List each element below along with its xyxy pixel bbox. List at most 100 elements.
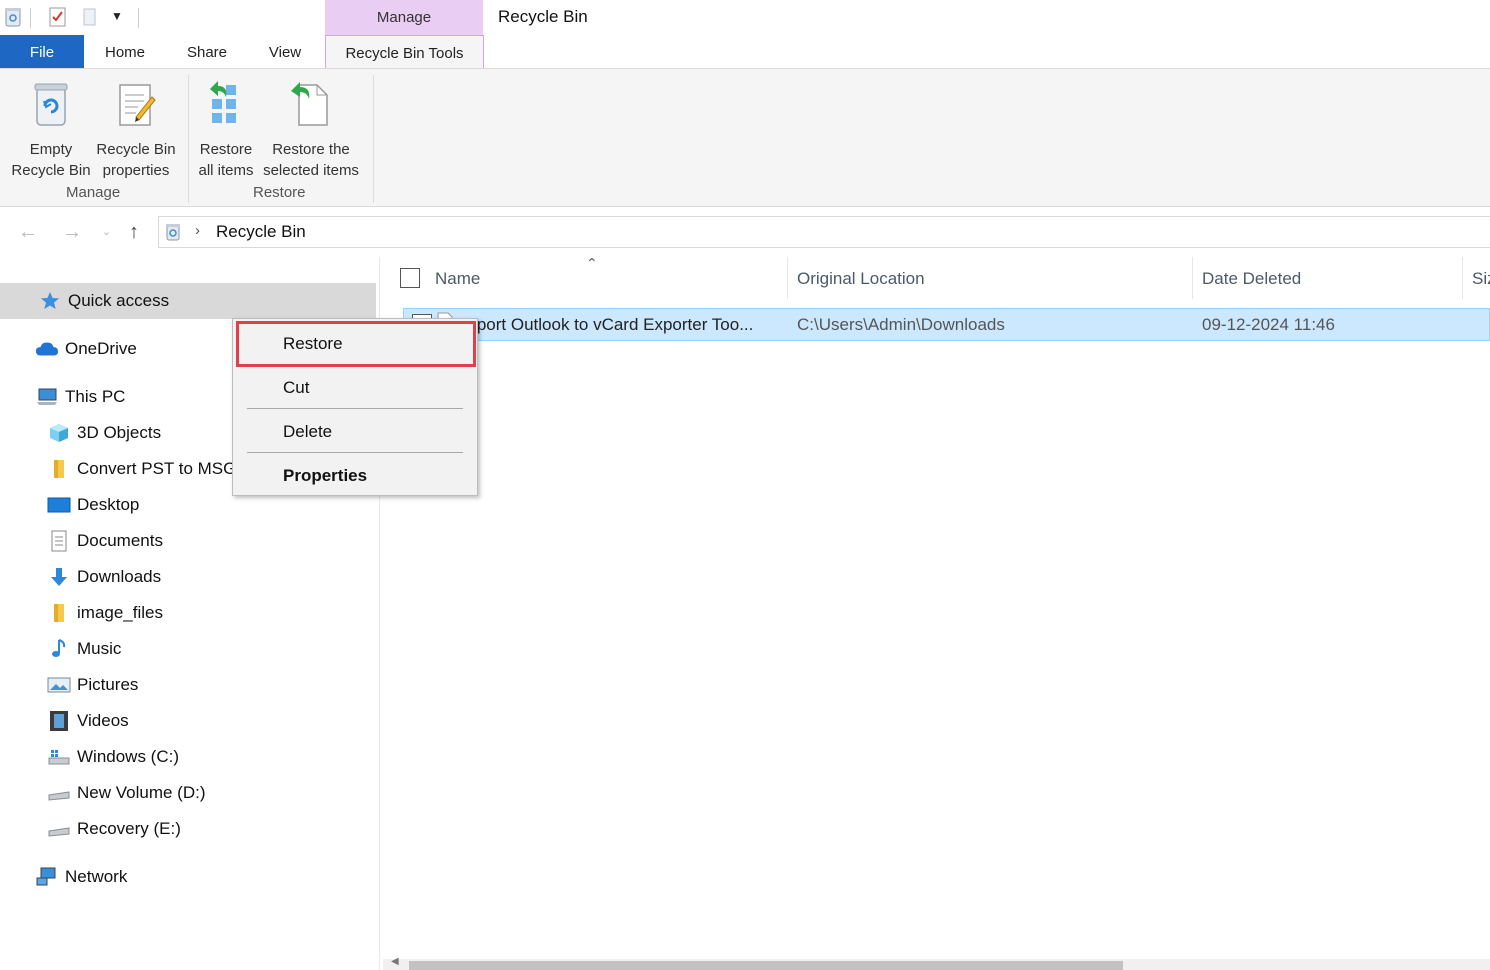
computer-icon: [35, 385, 59, 409]
new-folder-icon[interactable]: [82, 6, 98, 33]
sidebar-item-music[interactable]: Music: [47, 631, 121, 667]
sidebar-item-quick-access[interactable]: Quick access: [0, 283, 376, 319]
column-original-location[interactable]: Original Location: [797, 269, 925, 289]
sidebar-item-label: Downloads: [77, 567, 162, 586]
properties-icon[interactable]: [48, 6, 68, 33]
sidebar-item-label: This PC: [65, 387, 126, 406]
network-icon: [35, 865, 59, 889]
column-divider[interactable]: [787, 257, 788, 299]
address-bar[interactable]: › Recycle Bin: [158, 216, 1490, 248]
forward-arrow-icon[interactable]: →: [62, 221, 82, 244]
recycle-bin-icon: [164, 222, 182, 247]
sidebar-item-downloads[interactable]: Downloads: [47, 559, 161, 595]
recycle-bin-icon: [29, 79, 73, 129]
column-date-deleted[interactable]: Date Deleted: [1202, 269, 1301, 289]
sidebar-item-label: Quick access: [68, 291, 170, 310]
sidebar-item-label: Network: [65, 867, 128, 886]
sidebar-item-convert-pst[interactable]: Convert PST to MSG: [47, 451, 236, 487]
windows-drive-icon: [47, 745, 71, 769]
group-separator: [188, 75, 189, 203]
menu-item-properties[interactable]: Properties: [233, 456, 477, 496]
menu-separator: [247, 408, 463, 409]
recent-locations-chevron-icon[interactable]: ⌄: [102, 225, 111, 238]
sidebar-item-label: 3D Objects: [77, 423, 162, 442]
music-note-icon: [47, 637, 71, 661]
sidebar-item-label: Windows (C:): [77, 747, 180, 766]
column-name[interactable]: Name: [435, 269, 480, 289]
back-arrow-icon[interactable]: ←: [18, 221, 38, 244]
separator: [138, 8, 139, 28]
film-icon: [47, 709, 71, 733]
column-size[interactable]: Size: [1472, 269, 1490, 289]
desktop-icon: [47, 493, 71, 517]
sidebar-item-label: Convert PST to MSG: [77, 459, 237, 478]
sidebar-item-label: Desktop: [77, 495, 140, 514]
file-original-location: C:\Users\Admin\Downloads: [797, 315, 1005, 334]
chevron-down-icon[interactable]: ▼: [111, 9, 123, 23]
restore-all-icon: [204, 79, 248, 129]
props-label-1: Recycle Bin: [96, 141, 176, 158]
tab-home[interactable]: Home: [98, 35, 152, 69]
column-divider[interactable]: [1462, 257, 1463, 299]
scroll-left-arrow-icon[interactable]: ◀: [391, 956, 399, 967]
empty-recycle-bin-button[interactable]: Empty Recycle Bin: [8, 79, 94, 181]
horizontal-scrollbar[interactable]: ◀: [383, 956, 1490, 970]
empty-label-2: Recycle Bin: [11, 162, 91, 179]
cloud-icon: [35, 337, 59, 361]
up-arrow-icon[interactable]: ↑: [129, 221, 139, 244]
sidebar-item-drive-e[interactable]: Recovery (E:): [47, 811, 181, 847]
title-bar: ▼ Manage Recycle Bin: [0, 0, 1490, 35]
pictures-icon: [47, 673, 71, 697]
breadcrumb-chevron-icon[interactable]: ›: [195, 222, 200, 239]
sidebar-item-image-files[interactable]: image_files: [47, 595, 163, 631]
star-icon: [38, 289, 62, 313]
breadcrumb-recycle-bin[interactable]: Recycle Bin: [216, 222, 306, 242]
tab-view[interactable]: View: [262, 35, 308, 69]
restore-sel-label-1: Restore the: [272, 141, 350, 158]
separator: [30, 8, 31, 28]
sidebar-item-drive-d[interactable]: New Volume (D:): [47, 775, 205, 811]
tab-file[interactable]: File: [0, 35, 84, 69]
ribbon-tabs: File Home Share View Recycle Bin Tools: [0, 35, 1490, 70]
manage-context-label: Manage: [325, 0, 483, 35]
restore-all-label-1: Restore: [199, 141, 253, 158]
window-title: Recycle Bin: [498, 7, 588, 26]
select-all-checkbox[interactable]: [400, 268, 420, 288]
sidebar-item-videos[interactable]: Videos: [47, 703, 129, 739]
menu-item-delete[interactable]: Delete: [233, 412, 477, 452]
sidebar-item-onedrive[interactable]: OneDrive: [35, 331, 137, 367]
menu-item-cut[interactable]: Cut: [233, 368, 477, 408]
cube-icon: [47, 421, 71, 445]
file-date-deleted: 09-12-2024 11:46: [1202, 315, 1335, 334]
sidebar-item-network[interactable]: Network: [35, 859, 127, 895]
column-divider[interactable]: [1192, 257, 1193, 299]
file-name[interactable]: Export Outlook to vCard Exporter Too...: [457, 315, 753, 335]
sidebar-item-label: OneDrive: [65, 339, 137, 358]
sidebar-item-label: image_files: [77, 603, 163, 622]
sidebar-item-drive-c[interactable]: Windows (C:): [47, 739, 179, 775]
recycle-bin-properties-button[interactable]: Recycle Bin properties: [94, 79, 178, 181]
table-row[interactable]: Export Outlook to vCard Exporter Too... …: [403, 308, 1490, 341]
properties-document-icon: [114, 79, 158, 129]
sidebar-item-this-pc[interactable]: This PC: [35, 379, 125, 415]
menu-separator: [247, 452, 463, 453]
recycle-bin-icon: [3, 6, 23, 33]
group-label-restore: Restore: [253, 184, 306, 201]
sidebar-item-label: Recovery (E:): [77, 819, 181, 838]
sort-ascending-icon: ⌃: [586, 255, 598, 271]
ribbon: Empty Recycle Bin Recycle Bin properties…: [0, 68, 1490, 207]
restore-selected-button[interactable]: Restore the selected items: [258, 79, 364, 181]
sidebar-item-label: Videos: [77, 711, 129, 730]
empty-label-1: Empty: [29, 141, 73, 158]
sidebar-item-3d-objects[interactable]: 3D Objects: [47, 415, 161, 451]
sidebar-item-documents[interactable]: Documents: [47, 523, 163, 559]
tab-share[interactable]: Share: [180, 35, 234, 69]
group-label-manage: Manage: [66, 184, 121, 201]
props-label-2: properties: [102, 162, 170, 179]
tab-recycle-bin-tools[interactable]: Recycle Bin Tools: [325, 35, 484, 70]
sidebar-item-desktop[interactable]: Desktop: [47, 487, 139, 523]
scrollbar-thumb[interactable]: [409, 961, 1123, 970]
sidebar-item-pictures[interactable]: Pictures: [47, 667, 138, 703]
restore-all-button[interactable]: Restore all items: [194, 79, 258, 181]
file-list: ⌃ Name Original Location Date Deleted Si…: [381, 255, 1490, 970]
